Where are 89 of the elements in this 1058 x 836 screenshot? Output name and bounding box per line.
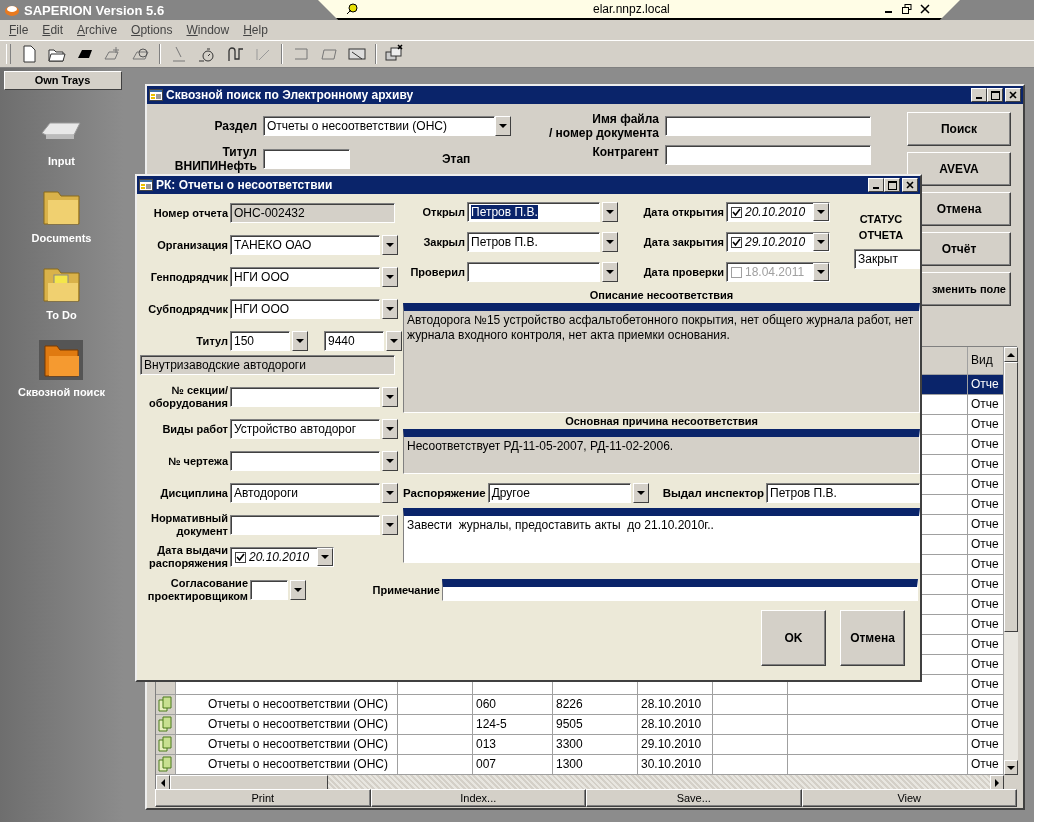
footer-button[interactable]: Save... (586, 789, 802, 807)
table-cell: 124-5 (473, 715, 553, 735)
sidebar-header: Own Trays (3, 71, 122, 90)
field-label: Раздел (213, 119, 257, 133)
table-cell: Отчеты о несоответствии (ОНС) (176, 695, 398, 715)
menu-item[interactable]: Edit (35, 23, 71, 37)
field-label: Контрагент (591, 145, 659, 159)
field-label: Субподрядчик (147, 302, 228, 316)
field-label: № чертежа (167, 454, 228, 468)
section-heading: Описание несоответствия (589, 288, 734, 303)
field-label: Нормативный документ (149, 512, 228, 538)
menu-item[interactable]: File (2, 23, 36, 37)
table-cell: 060 (473, 695, 553, 715)
field-label: Распоряжение (403, 486, 486, 500)
status-label: СТАТУС ОТЧЕТА (857, 212, 905, 243)
combo-box[interactable]: 9440 (324, 331, 384, 351)
field-label: Согласование проектировщиком (146, 577, 248, 603)
field-label: Организация (156, 238, 228, 252)
combo-box[interactable]: Автодороги (230, 483, 380, 503)
dialog-button[interactable]: OK (761, 610, 826, 666)
section-heading: Основная причина несоответствия (565, 414, 758, 429)
field-label: Номер отчета (152, 206, 228, 220)
field-label: Дата закрытия (642, 235, 724, 249)
table-cell: 28.10.2010 (638, 695, 713, 715)
menu-item[interactable]: Options (124, 23, 180, 37)
tray-item[interactable]: Input (37, 90, 86, 167)
action-button[interactable]: AVEVA (907, 152, 1011, 186)
input-field[interactable]: ОНС-002432 (230, 203, 395, 223)
combo-box[interactable]: Закрыт (854, 249, 920, 269)
menu-item[interactable]: Archive (70, 23, 125, 37)
combo-box[interactable]: Устройство автодорог (230, 419, 380, 439)
combo-box[interactable]: Петров П.В. (467, 202, 600, 222)
combo-box[interactable]: НГИ ООО (230, 299, 380, 319)
field-label: № секции/ оборудования (148, 384, 228, 410)
table-row[interactable]: Отчеты о несоответствии (ОНС) 013 3300 29.10.2010 Отче (156, 735, 1004, 755)
tray-item[interactable]: To Do (37, 244, 86, 321)
field-label: Дата проверки (642, 265, 724, 279)
field-label: Дата открытия (642, 205, 724, 219)
field-label: Имя файла / номер документа (547, 112, 659, 140)
menu-item[interactable]: Help (236, 23, 275, 37)
combo-box[interactable]: НГИ ООО (230, 267, 380, 287)
menu-item[interactable]: Window (179, 23, 237, 37)
footer-button[interactable]: Index... (370, 789, 586, 807)
field-label: Примечание (371, 583, 440, 597)
host-name: elar.nnpz.local (593, 2, 670, 16)
table-cell: 013 (473, 735, 553, 755)
field-label: Титул (195, 334, 228, 348)
combo-box[interactable]: Петров П.В. (467, 232, 600, 252)
table-row[interactable]: Отчеты о несоответствии (ОНС) 124-5 9505 28.10.2010 Отче (156, 715, 1004, 735)
field-label: Этап (442, 152, 471, 166)
table-cell: 28.10.2010 (638, 715, 713, 735)
window-title: РК: Отчеты о несоответствии (156, 178, 334, 192)
footer-button[interactable]: View (801, 789, 1017, 807)
field-label: Генподрядчик (149, 270, 228, 284)
combo-box[interactable]: ТАНЕКО ОАО (230, 235, 380, 255)
combo-box[interactable]: Другое (487, 483, 631, 503)
table-row[interactable]: Отчеты о несоответствии (ОНС) 060 8226 28.10.2010 Отче (156, 695, 1004, 715)
input-field[interactable]: Петров П.В. (766, 483, 920, 503)
field-label: Виды работ (161, 422, 228, 436)
field-label: Титул ВНИПИНефть (173, 145, 257, 173)
app-title: SAPERION Version 5.6 (24, 2, 165, 18)
combo-box[interactable]: Отчеты о несоответствии (ОНС) (263, 116, 495, 136)
date-field[interactable]: 20.10.2010 (230, 547, 334, 567)
table-cell: Отчеты о несоответствии (ОНС) (176, 715, 398, 735)
field-label: Выдал инспектор (662, 486, 765, 500)
field-label: Дисциплина (159, 486, 228, 500)
text-area[interactable]: Автодорога №15 устройство асфальтобетонного покрытия, нет общего журнала работ, нет журнала входного контроля, нет акта приемки основания. (403, 303, 920, 413)
window-title: Сквозной поиск по Электронному архиву (166, 88, 415, 102)
combo-box[interactable]: 150 (230, 331, 290, 351)
table-cell: 8226 (553, 695, 638, 715)
field-label: Проверил (409, 265, 465, 279)
footer-button[interactable]: Print (155, 789, 371, 807)
table-cell: Отчеты о несоответствии (ОНС) (176, 735, 398, 755)
text-area[interactable]: Завести журналы, предоставить акты до 21.10.2010г.. (403, 508, 920, 563)
table-cell: 9505 (553, 715, 638, 735)
tray-item[interactable]: Сквозной поиск (17, 321, 105, 398)
date-field[interactable]: 29.10.2010 (726, 232, 830, 252)
action-button[interactable]: Поиск (907, 112, 1011, 146)
text-area[interactable]: Несоответствует РД-11-05-2007, РД-11-02-2006. (403, 429, 920, 474)
input-field[interactable]: Внутризаводские автодороги (140, 355, 395, 375)
field-label: Закрыл (422, 235, 465, 249)
tray-item[interactable]: Documents (31, 167, 92, 244)
table-cell: 29.10.2010 (638, 735, 713, 755)
table-cell: 3300 (553, 735, 638, 755)
column-header[interactable]: Вид (968, 347, 1004, 375)
field-label: Дата выдачи распоряжения (148, 544, 228, 570)
field-label: Открыл (421, 205, 465, 219)
dialog-button[interactable]: Отмена (840, 610, 905, 666)
date-field[interactable]: 20.10.2010 (726, 202, 830, 222)
